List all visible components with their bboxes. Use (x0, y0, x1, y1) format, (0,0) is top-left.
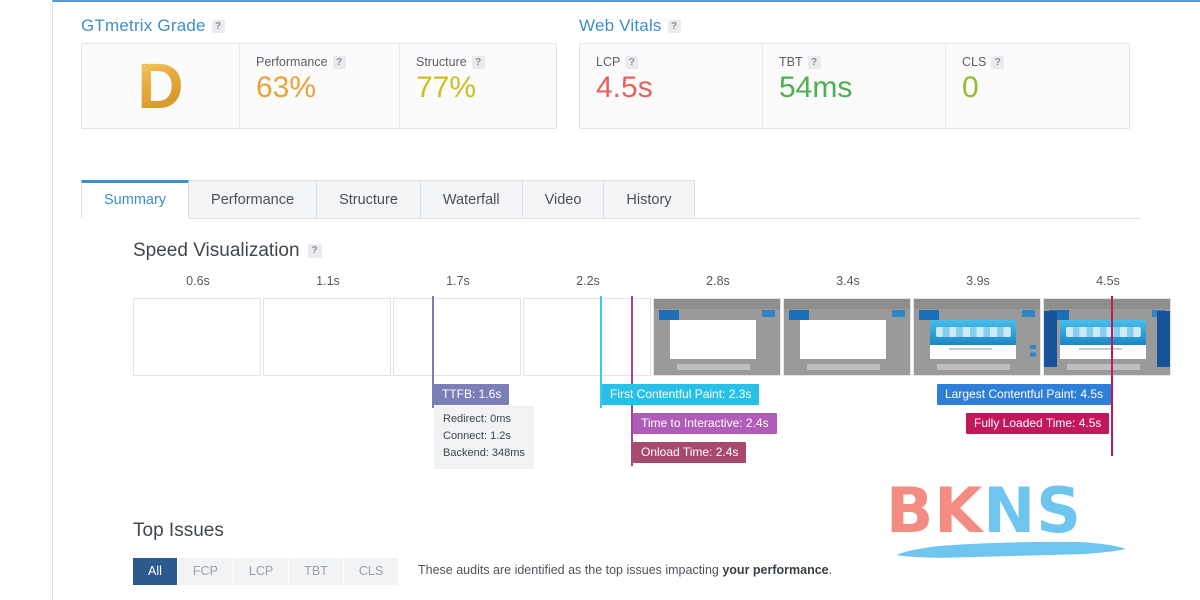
marker-onload[interactable]: Onload Time: 2.4s (633, 442, 747, 463)
timeline-tick: 3.9s (966, 274, 990, 288)
issue-filter-tbt[interactable]: TBT (289, 558, 344, 585)
page-thumbnail (784, 299, 910, 375)
help-icon[interactable]: ? (307, 244, 322, 258)
help-icon[interactable]: ? (332, 55, 346, 69)
marker-lcp[interactable]: Largest Contentful Paint: 4.5s (937, 384, 1112, 405)
gtmetrix-grade-title-text: GTmetrix Grade (81, 16, 206, 35)
timeline-tick: 2.8s (706, 274, 730, 288)
timeline-ticks: 0.6s 1.1s 1.7s 2.2s 2.8s 3.4s 3.9s 4.5s (133, 274, 1175, 296)
issue-filter-all[interactable]: All (133, 558, 178, 585)
marker-flt[interactable]: Fully Loaded Time: 4.5s (966, 413, 1110, 434)
filmstrip-frame[interactable] (913, 298, 1041, 376)
web-vitals-block: Web Vitals ? LCP ? 4.5s TBT ? 54ms CLS ?… (579, 16, 1130, 129)
top-issues-filters: All FCP LCP TBT CLS (133, 558, 400, 585)
timeline-tick: 1.7s (446, 274, 470, 288)
note-prefix: These audits are identified as the top i… (418, 563, 723, 577)
filmstrip-frame[interactable] (783, 298, 911, 376)
help-icon[interactable]: ? (625, 55, 639, 69)
gtmetrix-grade-block: GTmetrix Grade ? D Performance ? 63% Str… (81, 16, 557, 129)
bkns-watermark-logo: BKNS (886, 480, 1138, 558)
issue-filter-cls[interactable]: CLS (343, 558, 400, 585)
issue-filter-lcp[interactable]: LCP (233, 558, 290, 585)
speed-visualization-timeline: 0.6s 1.1s 1.7s 2.2s 2.8s 3.4s 3.9s 4.5s (133, 274, 1175, 376)
cls-label-row: CLS ? (962, 55, 1113, 69)
tab-structure[interactable]: Structure (316, 180, 421, 218)
tbt-value: 54ms (779, 71, 853, 104)
performance-label-row: Performance ? (256, 55, 383, 69)
help-icon[interactable]: ? (211, 19, 225, 33)
lcp-metric-cell: LCP ? 4.5s (580, 44, 763, 128)
page-thumbnail (914, 299, 1040, 375)
top-issues-title: Top Issues (133, 520, 224, 541)
filmstrip-frame[interactable] (133, 298, 261, 376)
performance-label: Performance (256, 55, 328, 69)
lcp-label: LCP (596, 55, 621, 69)
filmstrip-frame[interactable] (523, 298, 651, 376)
note-bold: your performance (722, 563, 829, 577)
timeline-tick: 0.6s (186, 274, 210, 288)
marker-tti[interactable]: Time to Interactive: 2.4s (633, 413, 777, 434)
cls-value: 0 (962, 71, 979, 104)
web-vitals-title-text: Web Vitals (579, 16, 662, 35)
structure-label: Structure (416, 55, 467, 69)
help-icon[interactable]: ? (471, 55, 485, 69)
lcp-value: 4.5s (596, 71, 653, 104)
page-thumbnail (654, 299, 780, 375)
grade-cell: D (82, 44, 240, 128)
tab-waterfall[interactable]: Waterfall (419, 180, 523, 218)
score-cards: GTmetrix Grade ? D Performance ? 63% Str… (81, 16, 1130, 129)
bkns-wordmark: BKNS (886, 480, 1138, 542)
tab-history[interactable]: History (603, 180, 695, 218)
bkns-ns-text: NS (983, 474, 1082, 547)
report-tabs: Summary Performance Structure Waterfall Vide… (81, 180, 1141, 219)
performance-value: 63% (256, 71, 317, 104)
filmstrip-frame[interactable] (653, 298, 781, 376)
gtmetrix-report-screenshot: GTmetrix Grade ? D Performance ? 63% Str… (0, 0, 1200, 600)
web-vitals-title: Web Vitals ? (579, 16, 1130, 36)
timeline-tick: 3.4s (836, 274, 860, 288)
ttfb-backend: Backend: 348ms (443, 447, 525, 460)
filmstrip-frame[interactable] (1043, 298, 1171, 376)
speed-visualization-heading: Speed Visualization ? (133, 240, 322, 262)
issue-filter-fcp[interactable]: FCP (177, 558, 234, 585)
help-icon[interactable]: ? (991, 55, 1005, 69)
filmstrip-frame[interactable] (263, 298, 391, 376)
structure-value: 77% (416, 71, 477, 104)
tbt-label: TBT (779, 55, 803, 69)
ttfb-connect: Connect: 1.2s (443, 430, 511, 443)
tab-video[interactable]: Video (521, 180, 605, 218)
report-panel: GTmetrix Grade ? D Performance ? 63% Str… (50, 0, 1200, 600)
bkns-bk-text: BK (886, 474, 984, 547)
timeline-tick: 2.2s (576, 274, 600, 288)
structure-label-row: Structure ? (416, 55, 540, 69)
cls-metric-cell: CLS ? 0 (946, 44, 1129, 128)
filmstrip (133, 298, 1175, 376)
top-issues-note: These audits are identified as the top i… (418, 563, 832, 577)
ttfb-breakdown-box: Redirect: 0ms Connect: 1.2s Backend: 348ms (434, 406, 534, 470)
speed-visualization-title: Speed Visualization (133, 240, 300, 261)
tab-summary[interactable]: Summary (81, 180, 190, 218)
ttfb-redirect: Redirect: 0ms (443, 413, 511, 425)
help-icon[interactable]: ? (667, 19, 681, 33)
lcp-label-row: LCP ? (596, 55, 746, 69)
tbt-metric-cell: TBT ? 54ms (763, 44, 946, 128)
structure-metric-cell: Structure ? 77% (400, 44, 556, 128)
grade-letter: D (137, 50, 184, 122)
cls-label: CLS (962, 55, 987, 69)
web-vitals-card: LCP ? 4.5s TBT ? 54ms CLS ? 0 (579, 43, 1130, 129)
gtmetrix-grade-title: GTmetrix Grade ? (81, 16, 557, 36)
note-suffix: . (828, 563, 833, 577)
filmstrip-frame[interactable] (393, 298, 521, 376)
marker-ttfb[interactable]: TTFB: 1.6s (434, 384, 510, 405)
marker-fcp[interactable]: First Contentful Paint: 2.3s (602, 384, 760, 405)
tbt-label-row: TBT ? (779, 55, 929, 69)
timeline-tick: 4.5s (1096, 274, 1120, 288)
gtmetrix-grade-card: D Performance ? 63% Structure ? 77% (81, 43, 557, 129)
timeline-tick: 1.1s (316, 274, 340, 288)
tab-performance[interactable]: Performance (188, 180, 318, 218)
help-icon[interactable]: ? (807, 55, 821, 69)
performance-metric-cell: Performance ? 63% (240, 44, 400, 128)
page-thumbnail (1044, 299, 1170, 375)
